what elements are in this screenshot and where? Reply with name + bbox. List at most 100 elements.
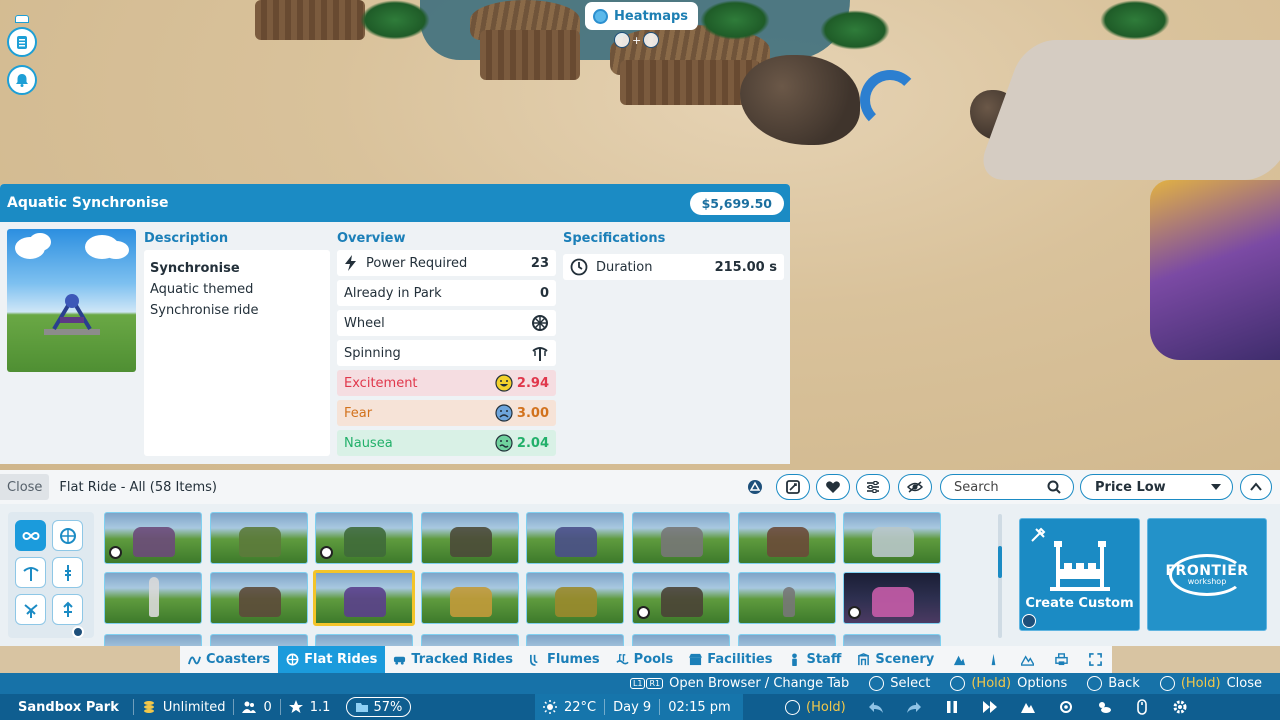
ride-tile[interactable]: [632, 512, 730, 564]
tab-scenery[interactable]: Scenery: [849, 646, 943, 673]
date-time-box: 22°C Day 9 02:15 pm: [535, 694, 743, 720]
tab-fullscreen[interactable]: [1078, 646, 1113, 673]
search-icon: [1047, 480, 1061, 494]
ride-tile[interactable]: [738, 512, 836, 564]
ride-tile[interactable]: [843, 512, 941, 564]
specifications-heading: Specifications: [563, 231, 666, 246]
approval-status[interactable]: 57%: [338, 697, 419, 717]
overview-row-spinning: Spinning: [337, 340, 556, 366]
ride-tile[interactable]: [421, 512, 519, 564]
palm-tree: [1100, 0, 1170, 40]
ride-tile-selected[interactable]: [313, 570, 415, 626]
overview-list: Power Required 23 Already in Park 0 Whee…: [337, 250, 556, 460]
palm-tree: [360, 0, 430, 40]
blueprint-filter-button[interactable]: [776, 474, 810, 500]
tab-paths[interactable]: [976, 646, 1011, 673]
ride-tile[interactable]: [315, 634, 413, 646]
sort-dropdown[interactable]: Price Low: [1080, 474, 1233, 500]
tab-tracked-rides[interactable]: Tracked Rides: [385, 646, 521, 673]
tab-staff[interactable]: Staff: [780, 646, 850, 673]
ride-tile[interactable]: [104, 572, 202, 624]
ride-tile[interactable]: [843, 572, 941, 624]
ride-tile[interactable]: [104, 634, 202, 646]
tab-blueprints[interactable]: [1044, 646, 1079, 673]
temperature-status[interactable]: 22°C: [535, 700, 604, 715]
ride-tile[interactable]: [210, 512, 308, 564]
guests-status[interactable]: 0: [234, 700, 279, 715]
hint-close: Close: [1226, 676, 1262, 691]
ride-tile[interactable]: [738, 572, 836, 624]
time-status[interactable]: 02:15 pm: [660, 700, 743, 715]
chevron-up-icon: [1250, 482, 1262, 491]
tab-label: Flumes: [546, 652, 600, 667]
terrain-mode-icon[interactable]: [1020, 699, 1036, 715]
undo-icon[interactable]: [868, 699, 884, 715]
search-input[interactable]: Search: [940, 474, 1074, 500]
collapse-browser-button[interactable]: [1240, 474, 1272, 500]
spinning-icon: [532, 347, 548, 361]
filter-wheel-button[interactable]: [52, 520, 83, 551]
weather-icon[interactable]: [1096, 699, 1112, 715]
overview-row-excitement: Excitement 2.94: [337, 370, 556, 396]
tab-facilities[interactable]: Facilities: [681, 646, 781, 673]
scrollbar-thumb[interactable]: [998, 546, 1002, 578]
tab-terrain[interactable]: [942, 646, 977, 673]
filter-settings-button[interactable]: [856, 474, 890, 500]
ride-tile[interactable]: [526, 512, 624, 564]
tab-coasters[interactable]: Coasters: [180, 646, 279, 673]
overview-row-wheel: Wheel: [337, 310, 556, 336]
gear-icon[interactable]: [1172, 699, 1188, 715]
clipboard-button[interactable]: [7, 27, 37, 57]
ride-tile[interactable]: [210, 572, 308, 624]
tab-flumes[interactable]: Flumes: [520, 646, 608, 673]
overview-row-already-in-park: Already in Park 0: [337, 280, 556, 306]
filter-all-button[interactable]: [15, 520, 46, 551]
frontier-workshop-button[interactable]: FRONTIER workshop: [1147, 518, 1267, 631]
research-icon[interactable]: [1058, 699, 1074, 715]
park-name[interactable]: Sandbox Park: [0, 700, 133, 715]
pool-icon: [616, 654, 629, 665]
money-status[interactable]: Unlimited: [134, 700, 234, 715]
tab-pools[interactable]: Pools: [607, 646, 682, 673]
day-status[interactable]: Day 9: [605, 700, 659, 715]
rating-status[interactable]: 1.1: [281, 700, 339, 715]
ride-price-badge: $5,699.50: [689, 191, 784, 215]
filter-drop-tower-button[interactable]: [52, 557, 83, 588]
filter-launch-button[interactable]: [52, 594, 83, 625]
heatmaps-button[interactable]: Heatmaps: [585, 2, 699, 30]
ride-tile[interactable]: [526, 634, 624, 646]
filter-swing-button[interactable]: [15, 594, 46, 625]
hide-filter-button[interactable]: [898, 474, 932, 500]
notifications-button[interactable]: [7, 65, 37, 95]
ride-tile[interactable]: [421, 634, 519, 646]
hold-label: (Hold): [806, 699, 846, 715]
ride-tile[interactable]: [421, 572, 519, 624]
dpad-icon: [643, 32, 660, 48]
ride-tile[interactable]: [104, 512, 202, 564]
favorites-filter-button[interactable]: [816, 474, 850, 500]
pause-icon[interactable]: [944, 699, 960, 715]
palm-tree: [820, 10, 890, 50]
ride-tile[interactable]: [738, 634, 836, 646]
ride-tile[interactable]: [210, 634, 308, 646]
plus-sign: +: [632, 33, 642, 47]
ride-tile[interactable]: [632, 634, 730, 646]
ride-tile[interactable]: [526, 572, 624, 624]
ride-tile[interactable]: [315, 512, 413, 564]
overview-label: Fear: [344, 405, 373, 421]
ride-tile[interactable]: [843, 634, 941, 646]
tab-landscaping[interactable]: [1010, 646, 1045, 673]
heatmaps-label: Heatmaps: [614, 8, 689, 24]
tab-flat-rides[interactable]: Flat Rides: [278, 646, 386, 673]
redo-icon[interactable]: [906, 699, 922, 715]
filter-spinning-button[interactable]: [15, 557, 46, 588]
ride-title: Aquatic Synchronise: [7, 195, 169, 211]
blueprint-icon: [786, 480, 800, 494]
overview-heading: Overview: [337, 231, 406, 246]
mouse-icon[interactable]: [1134, 699, 1150, 715]
hut-building: [620, 60, 760, 105]
ride-tile[interactable]: [632, 572, 730, 624]
fast-forward-icon[interactable]: [982, 699, 998, 715]
close-browser-button[interactable]: Close: [0, 474, 50, 500]
create-custom-button[interactable]: Create Custom: [1019, 518, 1140, 631]
